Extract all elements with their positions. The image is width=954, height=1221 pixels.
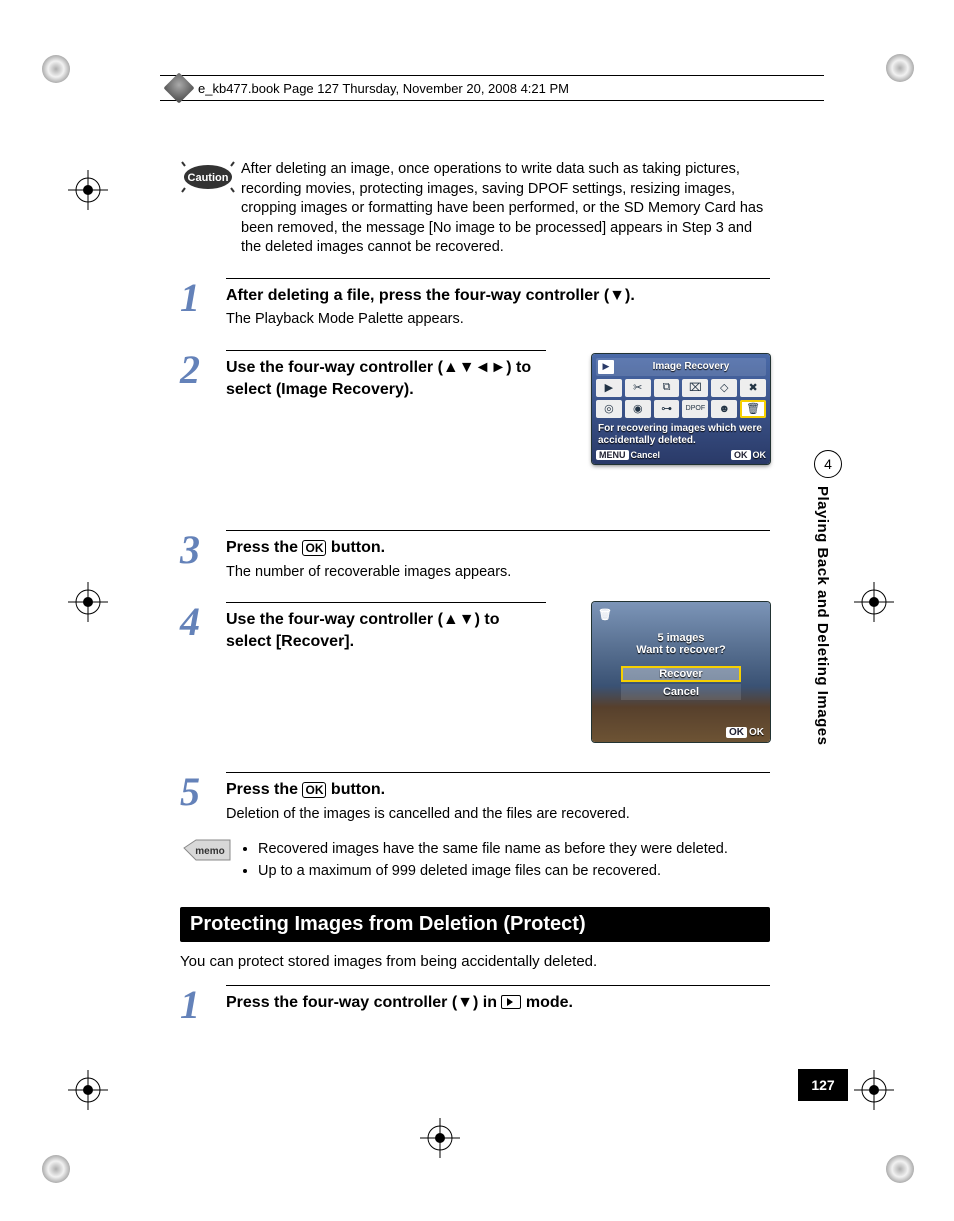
memo-bullet: Recovered images have the same file name… [258,840,728,860]
running-header-text: e_kb477.book Page 127 Thursday, November… [198,81,569,96]
menu-button-label: MENU [596,450,629,460]
svg-text:memo: memo [195,846,224,857]
corner-ornament [42,55,70,83]
step-head: Press the OK button. [226,537,770,559]
play-icon: ▶ [598,360,614,374]
palette-icon: ✖ [740,379,766,397]
step-number: 5 [180,772,226,824]
memo-text: Recovered images have the same file name… [240,838,728,883]
palette-icon: ◉ [625,400,651,418]
step-number: 1 [180,985,226,1025]
running-header: e_kb477.book Page 127 Thursday, November… [160,75,824,101]
protect-step-1: 1 Press the four-way controller (▼) in m… [180,985,770,1025]
corner-ornament [886,54,914,82]
step-head: Use the four-way controller (▲▼) to sele… [226,609,546,652]
palette-icon: ◇ [711,379,737,397]
palette-icon-recovery: 🗑 [740,400,766,418]
registration-mark [854,1070,894,1110]
section-heading: Protecting Images from Deletion (Protect… [180,907,770,942]
ok-pill: OK [726,727,747,738]
palette-icon: ✂ [625,379,651,397]
step-number: 3 [180,530,226,582]
dialog-option-cancel: Cancel [621,684,741,700]
step-number: 4 [180,602,226,652]
palette-icon: ▶ [596,379,622,397]
book-icon [163,72,194,103]
svg-text:Caution: Caution [187,172,228,184]
caution-icon: Caution [180,160,235,258]
step-number: 1 [180,278,226,330]
chapter-title: Playing Back and Deleting Images [814,486,831,745]
step-2: 2 Use the four-way controller (▲▼◄►) to … [180,350,770,510]
caution-text: After deleting an image, once operations… [241,160,770,258]
dialog-option-recover: Recover [621,666,741,682]
step-1: 1 After deleting a file, press the four-… [180,278,770,330]
screen-title: Image Recovery [618,361,764,372]
step-number: 2 [180,350,226,400]
playback-mode-icon [501,995,521,1009]
registration-mark [68,1070,108,1110]
corner-ornament [886,1155,914,1183]
page: e_kb477.book Page 127 Thursday, November… [0,0,954,1221]
step-text: The Playback Mode Palette appears. [226,310,770,330]
caution-block: Caution After deleting an image, once op… [180,160,770,258]
memo-bullet: Up to a maximum of 999 deleted image fil… [258,862,728,882]
main-content: Caution After deleting an image, once op… [180,160,770,1025]
registration-mark [420,1118,460,1158]
dialog-prompt: Want to recover? [636,644,725,656]
lcd-palette-screenshot: ▶ Image Recovery ▶ ✂ ⧉ ⌧ ◇ ✖ ◎ ◉ ⊶ DPOF … [592,354,770,464]
chapter-number: 4 [814,450,842,478]
screen-description: For recovering images which were acciden… [598,423,764,448]
palette-icon: ⊶ [654,400,680,418]
ok-text: OK [749,727,764,738]
corner-ornament [42,1155,70,1183]
ok-text: OK [753,450,767,460]
ok-pill: OK [731,450,751,460]
section-intro: You can protect stored images from being… [180,952,770,972]
step-3: 3 Press the OK button. The number of rec… [180,530,770,582]
lcd-recover-dialog: 🗑 5 images Want to recover? Recover Canc… [592,602,770,742]
menu-cancel: Cancel [631,450,661,460]
registration-mark [68,582,108,622]
memo-block: memo Recovered images have the same file… [180,838,770,883]
step-text: The number of recoverable images appears… [226,563,770,583]
palette-icon: ⧉ [654,379,680,397]
step-4: 4 Use the four-way controller (▲▼) to se… [180,602,770,752]
palette-icon: ⌧ [682,379,708,397]
recovery-icon: 🗑 [598,608,612,621]
step-head: Press the OK button. [226,779,770,801]
step-head: After deleting a file, press the four-wa… [226,285,770,307]
registration-mark [854,582,894,622]
step-head: Use the four-way controller (▲▼◄►) to se… [226,357,546,400]
registration-mark [68,170,108,210]
step-head: Press the four-way controller (▼) in mod… [226,992,770,1014]
chapter-tab: 4 Playing Back and Deleting Images [814,450,842,745]
palette-icon: ◎ [596,400,622,418]
dialog-count: 5 images [657,632,704,644]
memo-icon: memo [180,838,234,883]
palette-icon: DPOF [682,400,708,418]
step-text: Deletion of the images is cancelled and … [226,805,770,825]
palette-icon: ☻ [711,400,737,418]
step-5: 5 Press the OK button. Deletion of the i… [180,772,770,824]
page-number: 127 [798,1069,848,1101]
